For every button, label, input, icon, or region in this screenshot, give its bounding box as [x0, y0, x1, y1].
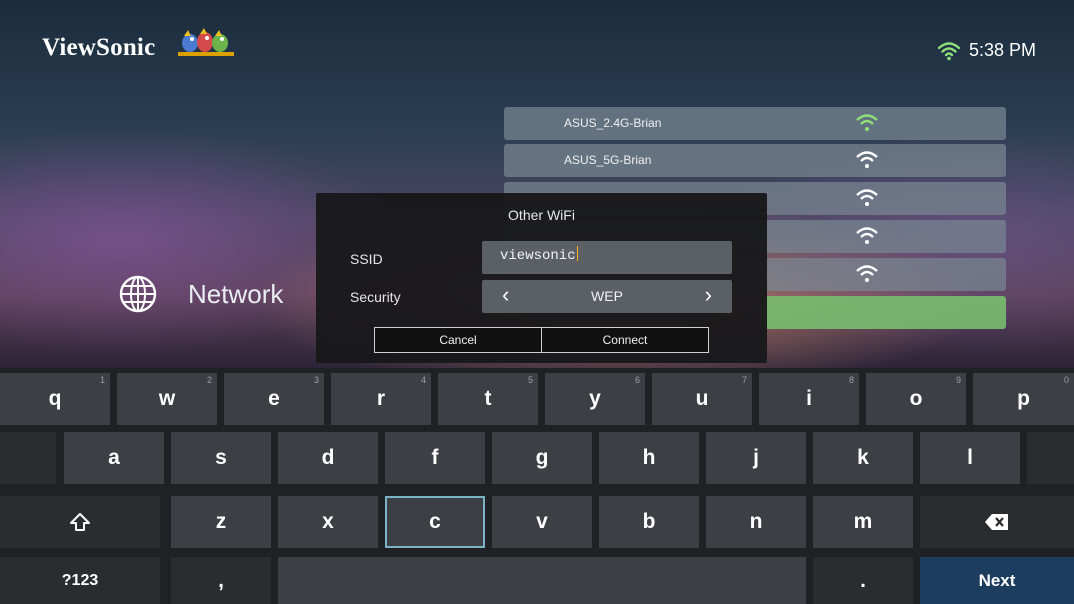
- key-u[interactable]: u7: [652, 373, 752, 425]
- on-screen-keyboard: q1 w2 e3 r4 t5 y6 u7 i8 o9 p0 a s d f g …: [0, 368, 1074, 604]
- keyboard-spacer: [0, 432, 56, 484]
- shift-key[interactable]: [0, 496, 160, 548]
- key-p[interactable]: p0: [973, 373, 1074, 425]
- wifi-signal-icon: [856, 227, 878, 244]
- birds-logo-icon: [178, 28, 234, 56]
- connect-button[interactable]: Connect: [541, 327, 709, 353]
- network-label: Network: [188, 278, 284, 309]
- ssid-value: viewsonic: [500, 248, 576, 264]
- backspace-icon: [985, 514, 1008, 530]
- brand-logo: ViewSonic: [42, 34, 156, 61]
- next-button[interactable]: Next: [920, 557, 1074, 604]
- key-v[interactable]: v: [492, 496, 592, 548]
- key-t[interactable]: t5: [438, 373, 538, 425]
- chevron-right-icon[interactable]: ›: [705, 282, 712, 308]
- globe-icon: [119, 275, 157, 313]
- symbols-key[interactable]: ?123: [0, 557, 160, 604]
- key-n[interactable]: n: [706, 496, 806, 548]
- clock: 5:38 PM: [968, 40, 1036, 60]
- space-key[interactable]: [278, 557, 806, 604]
- cancel-button[interactable]: Cancel: [374, 327, 542, 353]
- security-selector[interactable]: ‹ WEP ›: [482, 280, 732, 313]
- key-w[interactable]: w2: [117, 373, 217, 425]
- key-c[interactable]: c: [385, 496, 485, 548]
- wifi-network-item[interactable]: ASUS_5G-Brian: [504, 144, 1006, 177]
- other-wifi-dialog: Other WiFi SSID viewsonic Security ‹ WEP…: [316, 193, 767, 363]
- wifi-ssid-label: ASUS_2.4G-Brian: [564, 116, 662, 130]
- text-caret: [576, 246, 578, 261]
- key-l[interactable]: l: [920, 432, 1020, 484]
- shift-icon: [70, 513, 90, 531]
- key-k[interactable]: k: [813, 432, 913, 484]
- key-j[interactable]: j: [706, 432, 806, 484]
- security-label: Security: [350, 289, 401, 305]
- key-period[interactable]: .: [813, 557, 913, 604]
- key-i[interactable]: i8: [759, 373, 859, 425]
- wifi-ssid-label: ASUS_5G-Brian: [564, 153, 652, 167]
- key-g[interactable]: g: [492, 432, 592, 484]
- ssid-label: SSID: [350, 251, 383, 267]
- security-value: WEP: [591, 288, 623, 304]
- wifi-signal-icon: [856, 265, 878, 282]
- key-x[interactable]: x: [278, 496, 378, 548]
- key-a[interactable]: a: [64, 432, 164, 484]
- key-e[interactable]: e3: [224, 373, 324, 425]
- ssid-input[interactable]: viewsonic: [482, 241, 732, 274]
- add-network-item[interactable]: [760, 296, 1006, 329]
- sidebar-item-network[interactable]: Network: [118, 274, 283, 314]
- key-m[interactable]: m: [813, 496, 913, 548]
- wifi-signal-icon: [856, 114, 878, 131]
- wifi-network-item[interactable]: ASUS_2.4G-Brian: [504, 107, 1006, 140]
- key-h[interactable]: h: [599, 432, 699, 484]
- key-f[interactable]: f: [385, 432, 485, 484]
- key-o[interactable]: o9: [866, 373, 966, 425]
- dialog-title: Other WiFi: [508, 207, 575, 223]
- wifi-signal-icon: [856, 189, 878, 206]
- status-bar: 5:38 PM: [937, 40, 1036, 61]
- key-q[interactable]: q1: [0, 373, 110, 425]
- key-r[interactable]: r4: [331, 373, 431, 425]
- key-comma[interactable]: ,: [171, 557, 271, 604]
- key-s[interactable]: s: [171, 432, 271, 484]
- wifi-icon: [937, 41, 961, 60]
- key-d[interactable]: d: [278, 432, 378, 484]
- wifi-signal-icon: [856, 151, 878, 168]
- key-b[interactable]: b: [599, 496, 699, 548]
- key-z[interactable]: z: [171, 496, 271, 548]
- backspace-key[interactable]: [920, 496, 1074, 548]
- keyboard-spacer: [1027, 432, 1074, 484]
- key-y[interactable]: y6: [545, 373, 645, 425]
